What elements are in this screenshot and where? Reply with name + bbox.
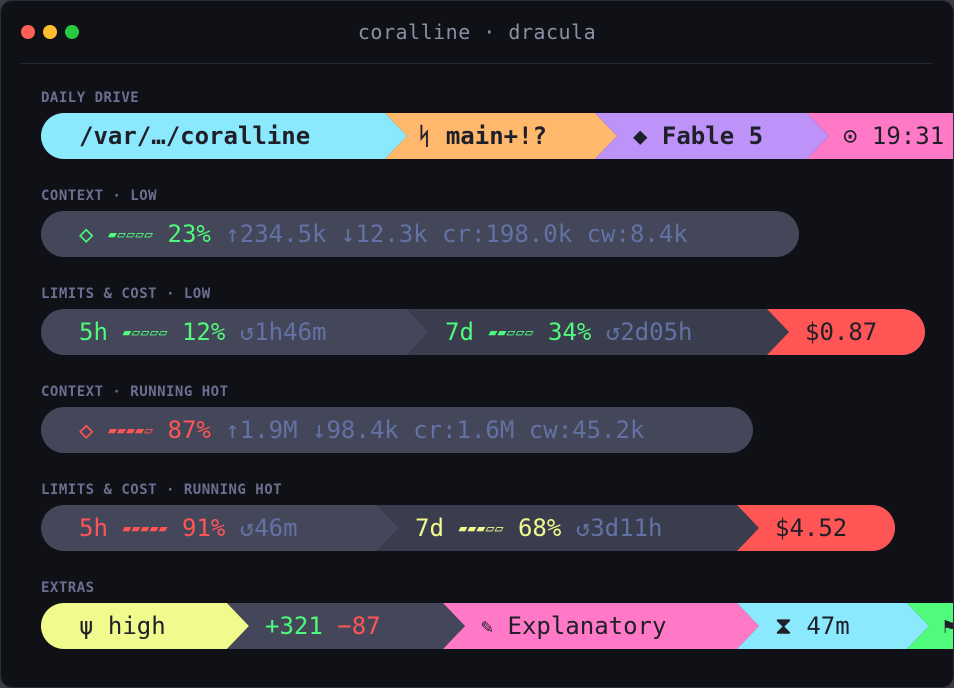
output-style-text: Explanatory — [507, 612, 667, 640]
cache-read-tokens: cr:198.0k — [442, 220, 573, 248]
seven-day-meter: ▰▰▱▱▱ — [488, 323, 534, 341]
context-segment: ◇ ▰▱▱▱▱ 23% ↑234.5k ↓12.3k cr:198.0k cw:… — [41, 211, 799, 257]
path-text: /var/…/coralline — [79, 122, 311, 150]
model-segment: ◆ Fable 5 — [595, 113, 829, 159]
lines-added: +321 — [265, 612, 323, 640]
seven-day-segment: 7d ▰▰▰▱▱ 68% ↺3d11h — [377, 505, 759, 551]
pencil-icon: ✎ — [481, 614, 494, 638]
section-label-context-low: CONTEXT · LOW — [41, 188, 158, 204]
statusline-limits-hot: 5h ▰▰▰▰▰ 91% ↺46m 7d ▰▰▰▱▱ 68% ↺3d11h $4… — [41, 505, 895, 551]
section-label-daily-drive: DAILY DRIVE — [41, 90, 140, 106]
time-text: 19:31 — [871, 122, 945, 150]
seven-day-label: 7d — [445, 318, 474, 346]
duration-segment: ⧗ 47m — [737, 603, 929, 649]
section-label-limits-low: LIMITS & COST · LOW — [41, 286, 211, 302]
input-tokens: ↑234.5k — [225, 220, 327, 248]
five-hour-reset: ↺1h46m — [239, 318, 327, 346]
output-style-segment: ✎ Explanatory — [443, 603, 759, 649]
five-hour-reset: ↺46m — [239, 514, 298, 542]
flag-icon: ⚑ — [943, 614, 954, 638]
statusline-daily-drive: /var/…/coralline ᛋ main+!? ◆ Fable 5 ⊙ 1… — [41, 113, 953, 159]
diff-segment: +321 −87 — [227, 603, 465, 649]
title-bar: coralline · dracula — [21, 1, 933, 64]
effort-segment: ψ high — [41, 603, 249, 649]
statusline-limits-low: 5h ▰▱▱▱▱ 12% ↺1h46m 7d ▰▰▱▱▱ 34% ↺2d05h … — [41, 309, 925, 355]
section-label-extras: EXTRAS — [41, 580, 95, 596]
seven-day-percent: 34% — [547, 318, 592, 346]
output-tokens: ↓12.3k — [340, 220, 428, 248]
five-hour-segment: 5h ▰▰▰▰▰ 91% ↺46m — [41, 505, 399, 551]
cost-segment: $0.87 — [767, 309, 925, 355]
cost-segment: $4.52 — [737, 505, 895, 551]
cost-text: $4.52 — [775, 514, 848, 542]
five-hour-label: 5h — [79, 318, 108, 346]
cache-write-tokens: cw:45.2k — [528, 416, 645, 444]
seven-day-segment: 7d ▰▰▱▱▱ 34% ↺2d05h — [407, 309, 789, 355]
cache-write-tokens: cw:8.4k — [586, 220, 688, 248]
clock-segment: ⊙ 19:31 — [807, 113, 953, 159]
effort-text: high — [107, 612, 166, 640]
git-branch-icon: ᛋ — [417, 122, 432, 150]
five-hour-percent: 91% — [181, 514, 226, 542]
context-meter: ▰▰▰▰▱ — [107, 421, 154, 439]
seven-day-label: 7d — [415, 514, 444, 542]
terminal-window: coralline · dracula DAILY DRIVE /var/…/c… — [0, 0, 954, 688]
cache-read-tokens: cr:1.6M — [413, 416, 515, 444]
context-percent: 87% — [167, 416, 211, 444]
context-percent: 23% — [167, 220, 211, 248]
statusline-context-hot: ◇ ▰▰▰▰▱ 87% ↑1.9M ↓98.4k cr:1.6M cw:45.2… — [41, 407, 753, 453]
context-icon: ◇ — [79, 416, 94, 444]
clock-icon: ⊙ — [843, 122, 858, 150]
seven-day-reset: ↺3d11h — [575, 514, 663, 542]
cost-text: $0.87 — [805, 318, 878, 346]
context-icon: ◇ — [79, 220, 94, 248]
window-title: coralline · dracula — [357, 20, 597, 44]
five-hour-meter: ▰▱▱▱▱ — [122, 323, 168, 341]
context-meter: ▰▱▱▱▱ — [107, 225, 154, 243]
context-segment: ◇ ▰▰▰▰▱ 87% ↑1.9M ↓98.4k cr:1.6M cw:45.2… — [41, 407, 753, 453]
branch-segment: ᛋ main+!? — [385, 113, 617, 159]
five-hour-percent: 12% — [181, 318, 226, 346]
duration-text: 47m — [806, 612, 850, 640]
output-tokens: ↓98.4k — [312, 416, 399, 444]
seven-day-reset: ↺2d05h — [605, 318, 693, 346]
seven-day-meter: ▰▰▰▱▱ — [458, 519, 504, 537]
path-segment: /var/…/coralline — [41, 113, 407, 159]
hourglass-icon: ⧗ — [775, 612, 792, 640]
psi-icon: ψ — [79, 612, 94, 640]
diamond-icon: ◆ — [633, 122, 648, 150]
branch-text: main+!? — [445, 122, 548, 150]
lines-removed: −87 — [337, 612, 381, 640]
input-tokens: ↑1.9M — [225, 416, 298, 444]
seven-day-percent: 68% — [517, 514, 562, 542]
five-hour-meter: ▰▰▰▰▰ — [122, 519, 168, 537]
five-hour-segment: 5h ▰▱▱▱▱ 12% ↺1h46m — [41, 309, 429, 355]
statusline-extras: ψ high +321 −87 ✎ Explanatory ⧗ 47m ⚑ 1 — [41, 603, 954, 649]
statusline-context-low: ◇ ▰▱▱▱▱ 23% ↑234.5k ↓12.3k cr:198.0k cw:… — [41, 211, 799, 257]
section-label-limits-hot: LIMITS & COST · RUNNING HOT — [41, 482, 283, 498]
model-text: Fable 5 — [661, 122, 764, 150]
section-label-context-hot: CONTEXT · RUNNING HOT — [41, 384, 229, 400]
five-hour-label: 5h — [79, 514, 108, 542]
